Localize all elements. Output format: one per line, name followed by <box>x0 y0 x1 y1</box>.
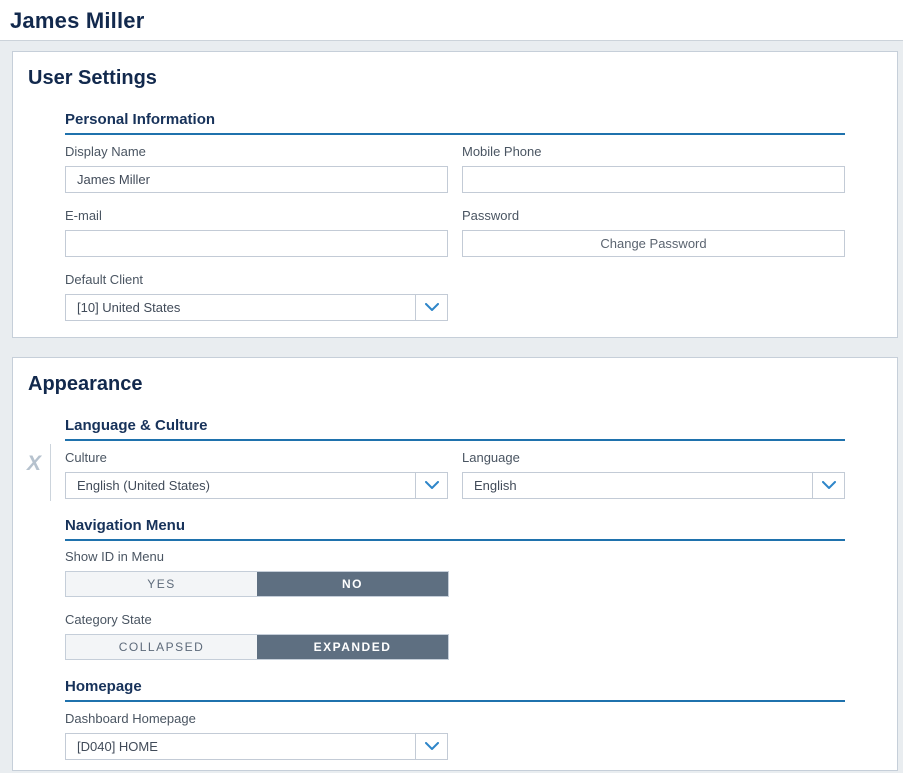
culture-select[interactable]: English (United States) <box>65 472 448 499</box>
display-name-input[interactable] <box>65 166 448 193</box>
chevron-down-icon[interactable] <box>415 473 447 498</box>
user-settings-card: User Settings Personal Information Displ… <box>12 51 898 338</box>
chevron-down-icon[interactable] <box>415 734 447 759</box>
section-homepage: Homepage <box>65 678 845 702</box>
appearance-card: X Appearance Language & Culture Culture … <box>12 357 898 771</box>
password-label: Password <box>462 208 845 223</box>
display-name-label: Display Name <box>65 144 448 159</box>
language-select[interactable]: English <box>462 472 845 499</box>
category-collapsed-option[interactable]: COLLAPSED <box>66 635 257 659</box>
default-client-value: [10] United States <box>77 300 180 315</box>
show-id-yes-option[interactable]: YES <box>66 572 257 596</box>
section-navigation-menu: Navigation Menu <box>65 517 845 541</box>
mobile-phone-input[interactable] <box>462 166 845 193</box>
culture-value: English (United States) <box>77 478 210 493</box>
language-value: English <box>474 478 517 493</box>
email-label: E-mail <box>65 208 448 223</box>
show-id-no-option[interactable]: NO <box>257 572 448 596</box>
section-language-culture: Language & Culture <box>65 417 845 441</box>
user-settings-title: User Settings <box>28 67 897 90</box>
email-input[interactable] <box>65 230 448 257</box>
dashboard-homepage-label: Dashboard Homepage <box>65 711 448 726</box>
section-personal-information: Personal Information <box>65 111 845 135</box>
language-label: Language <box>462 450 845 465</box>
page-header: James Miller <box>0 0 903 40</box>
show-id-in-menu-label: Show ID in Menu <box>65 549 845 564</box>
mobile-phone-label: Mobile Phone <box>462 144 845 159</box>
clear-field-icon[interactable]: X <box>27 453 41 474</box>
category-expanded-option[interactable]: EXPANDED <box>257 635 448 659</box>
chevron-down-icon[interactable] <box>812 473 844 498</box>
category-state-toggle: COLLAPSED EXPANDED <box>65 634 449 660</box>
culture-label: Culture <box>65 450 448 465</box>
show-id-in-menu-toggle: YES NO <box>65 571 449 597</box>
default-client-label: Default Client <box>65 272 448 287</box>
chevron-down-icon[interactable] <box>415 295 447 320</box>
content-area: User Settings Personal Information Displ… <box>0 40 903 773</box>
clear-field-divider <box>50 444 51 501</box>
appearance-title: Appearance <box>28 373 897 396</box>
category-state-label: Category State <box>65 612 845 627</box>
change-password-button[interactable]: Change Password <box>462 230 845 257</box>
dashboard-homepage-value: [D040] HOME <box>77 739 158 754</box>
page-title: James Miller <box>10 8 903 34</box>
default-client-select[interactable]: [10] United States <box>65 294 448 321</box>
dashboard-homepage-select[interactable]: [D040] HOME <box>65 733 448 760</box>
